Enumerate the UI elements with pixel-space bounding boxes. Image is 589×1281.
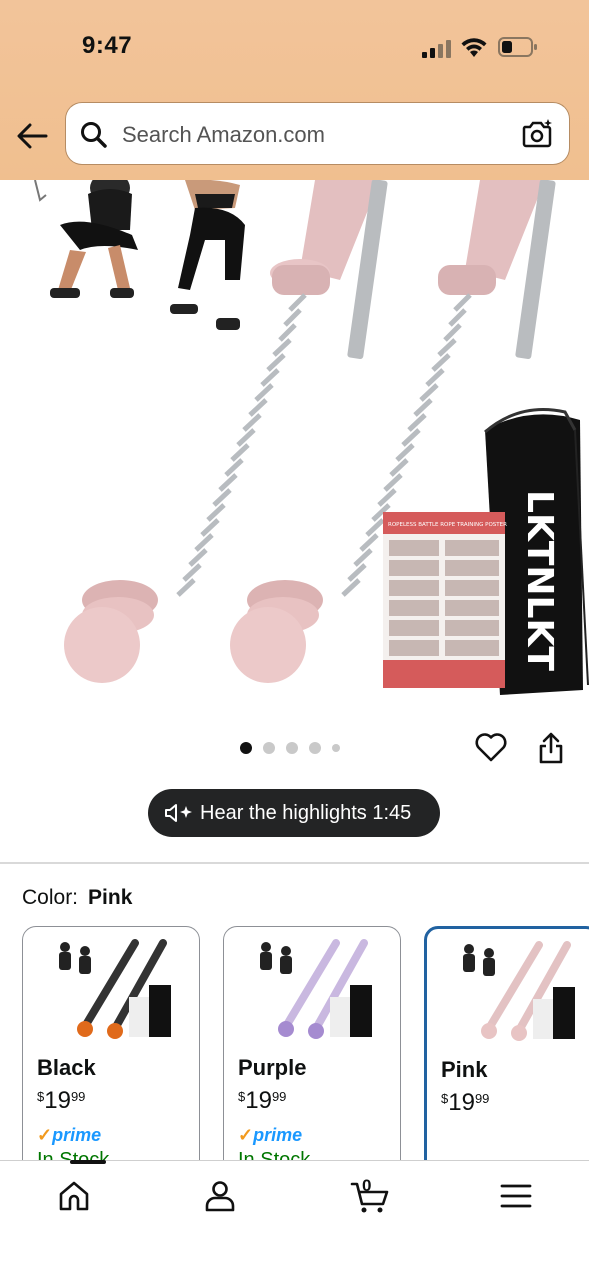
camera-search-icon[interactable]: [520, 117, 554, 151]
variant-name: Black: [37, 1055, 96, 1080]
woman-squatting-figure: [170, 180, 245, 330]
active-tab-indicator: [70, 1160, 106, 1164]
variant-name: Pink: [441, 1057, 488, 1082]
home-icon[interactable]: [56, 1178, 92, 1214]
back-arrow-icon[interactable]: [14, 118, 50, 154]
color-option-black[interactable]: Black $1999 ✓prime In Stock: [22, 926, 200, 1178]
header: 9:47: [0, 0, 589, 180]
battery-icon: [498, 37, 537, 57]
man-squatting-figure: [34, 180, 138, 298]
black-variant-thumbnail: [59, 939, 171, 1039]
heart-icon[interactable]: [474, 731, 508, 763]
color-option-purple[interactable]: Purple $1999 ✓prime In Stock: [223, 926, 401, 1178]
pagination-dot[interactable]: [332, 744, 340, 752]
variant-price: $1999: [238, 1087, 287, 1114]
product-image: LKTNLKT ROPELESS BATTLE ROPE TRAINING PO…: [34, 180, 589, 695]
menu-icon[interactable]: [498, 1178, 534, 1214]
color-selector-label: Color: Pink: [22, 886, 132, 910]
cellular-signal-icon: [422, 40, 451, 58]
status-bar: 9:47: [0, 0, 589, 90]
pagination-dot[interactable]: [309, 742, 321, 754]
bag-brand-text: LKTNLKT: [519, 490, 560, 671]
search-icon: [81, 122, 107, 148]
account-icon[interactable]: [202, 1178, 238, 1214]
variant-price: $1999: [441, 1089, 490, 1116]
pagination-dot[interactable]: [286, 742, 298, 754]
variant-price: $1999: [37, 1087, 86, 1114]
training-poster: ROPELESS BATTLE ROPE TRAINING POSTER: [383, 512, 507, 688]
color-option-pink[interactable]: Pink $1999: [424, 926, 589, 1182]
product-image-gallery[interactable]: LKTNLKT ROPELESS BATTLE ROPE TRAINING PO…: [0, 180, 589, 700]
status-time: 9:47: [82, 32, 133, 59]
wifi-icon: [461, 38, 487, 57]
color-label: Color:: [22, 886, 79, 909]
prime-badge: ✓prime: [37, 1125, 102, 1145]
search-bar[interactable]: [66, 103, 569, 164]
pink-variant-thumbnail: [463, 941, 575, 1041]
variant-name: Purple: [238, 1055, 307, 1080]
hear-highlights-label: Hear the highlights 1:45: [200, 801, 412, 824]
speaker-sparkle-icon: [165, 804, 192, 822]
share-icon[interactable]: [536, 731, 566, 765]
pagination-dot[interactable]: [263, 742, 275, 754]
gallery-pagination[interactable]: [240, 741, 340, 755]
cart-count: 0: [362, 1176, 372, 1195]
pagination-dot-active[interactable]: [240, 742, 252, 754]
section-divider: [0, 862, 589, 864]
prime-badge: ✓prime: [238, 1125, 303, 1145]
search-input[interactable]: [120, 117, 504, 153]
selected-color-value: Pink: [88, 886, 133, 909]
poster-title: ROPELESS BATTLE ROPE TRAINING POSTER: [388, 522, 507, 528]
purple-variant-thumbnail: [260, 939, 372, 1039]
hear-highlights-button[interactable]: Hear the highlights 1:45: [148, 789, 440, 837]
